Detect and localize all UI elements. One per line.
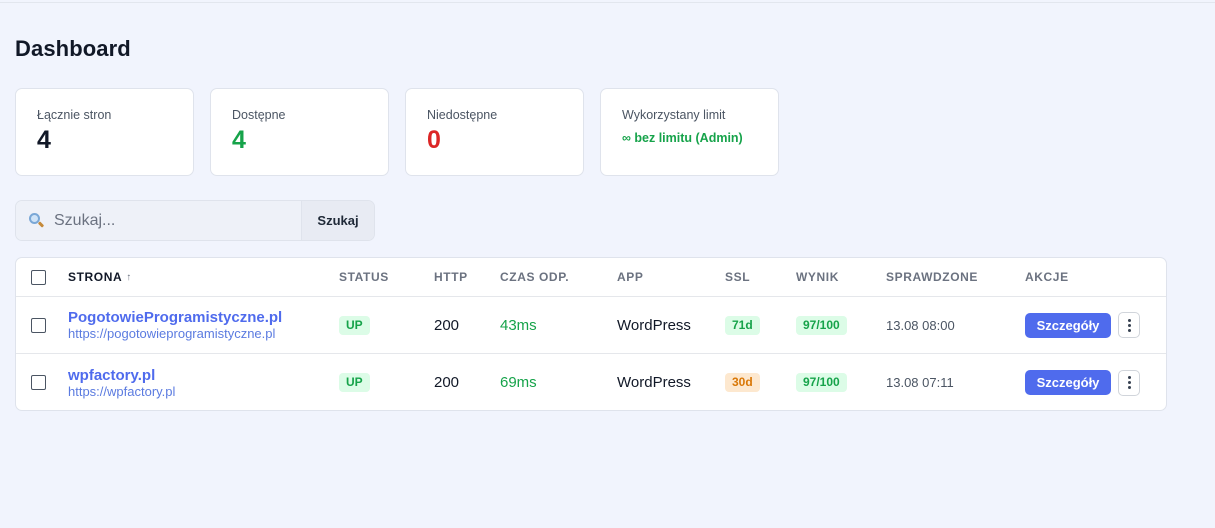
select-all-cell [31, 258, 46, 296]
column-header-response-time: CZAS ODP. [500, 270, 570, 284]
search-button[interactable]: Szukaj [301, 201, 374, 240]
row-checkbox[interactable] [31, 317, 46, 333]
site-name-link[interactable]: PogotowieProgramistyczne.pl [68, 309, 282, 326]
column-header-status: STATUS [339, 270, 389, 284]
site-cell: PogotowieProgramistyczne.pl https://pogo… [68, 297, 282, 353]
stats-row: Łącznie stron 4 Dostępne 4 Niedostępne 0… [15, 88, 779, 176]
ssl-badge: 71d [725, 315, 760, 335]
response-time: 43ms [500, 316, 537, 334]
row-select-cell [31, 297, 46, 353]
stat-value-unavailable: 0 [427, 126, 441, 154]
page-title: Dashboard [15, 36, 131, 61]
column-header-checked: SPRAWDZONE [886, 270, 979, 284]
http-code: 200 [434, 374, 460, 391]
site-cell: wpfactory.pl https://wpfactory.pl [68, 354, 175, 410]
column-header-actions: AKCJE [1025, 270, 1069, 284]
stat-card-unavailable: Niedostępne 0 [405, 88, 584, 176]
score-cell: 97/100 [796, 297, 847, 353]
stat-value-available: 4 [232, 126, 246, 154]
row-checkbox[interactable] [31, 375, 46, 390]
score-cell: 97/100 [796, 354, 847, 410]
select-all-checkbox[interactable] [31, 269, 46, 285]
table-header-row: STRONA ↑ STATUS HTTP CZAS ODP. APP SSL W… [16, 258, 1166, 297]
checked-time: 13.08 08:00 [886, 317, 955, 333]
status-cell: UP [339, 354, 370, 410]
site-url-link[interactable]: https://pogotowieprogramistyczne.pl [68, 326, 275, 341]
column-header-site[interactable]: STRONA ↑ [68, 258, 132, 296]
stat-label-unavailable: Niedostępne [427, 108, 498, 122]
column-header-app: APP [617, 270, 644, 284]
table-row: PogotowieProgramistyczne.pl https://pogo… [16, 297, 1166, 354]
stat-label-available: Dostępne [232, 108, 286, 122]
more-options-icon[interactable] [1118, 312, 1140, 338]
search-field[interactable] [16, 201, 301, 240]
table-row: wpfactory.pl https://wpfactory.pl UP 200… [16, 354, 1166, 410]
stat-card-limit: Wykorzystany limit ∞ bez limitu (Admin) [600, 88, 779, 176]
sites-table: STRONA ↑ STATUS HTTP CZAS ODP. APP SSL W… [15, 257, 1167, 411]
stat-label-limit: Wykorzystany limit [622, 108, 726, 122]
column-header-ssl: SSL [725, 270, 751, 284]
details-button[interactable]: Szczegóły [1025, 312, 1111, 338]
status-badge: UP [339, 373, 370, 392]
top-divider [0, 2, 1215, 3]
details-button[interactable]: Szczegóły [1025, 370, 1111, 395]
column-header-score: WYNIK [796, 270, 839, 284]
site-name-link[interactable]: wpfactory.pl [68, 367, 155, 384]
http-code: 200 [434, 316, 460, 334]
row-select-cell [31, 354, 46, 410]
search-icon [27, 212, 45, 230]
ssl-cell: 71d [725, 297, 760, 353]
search-input[interactable] [54, 211, 284, 230]
app-name: WordPress [617, 374, 691, 391]
ssl-badge: 30d [725, 373, 760, 392]
stat-card-available: Dostępne 4 [210, 88, 389, 176]
checked-time: 13.08 07:11 [886, 375, 954, 390]
column-header-site-label: STRONA [68, 270, 123, 284]
status-badge: UP [339, 315, 370, 335]
stat-card-total: Łącznie stron 4 [15, 88, 194, 176]
stat-label-total: Łącznie stron [37, 108, 112, 122]
stat-value-total: 4 [37, 126, 51, 154]
search-bar: Szukaj [15, 200, 375, 241]
sort-asc-icon: ↑ [126, 271, 132, 283]
actions-cell: Szczegóły [1025, 297, 1140, 353]
app-name: WordPress [617, 316, 691, 334]
ssl-cell: 30d [725, 354, 760, 410]
more-options-icon[interactable] [1118, 369, 1140, 396]
response-time: 69ms [500, 374, 537, 391]
score-badge: 97/100 [796, 315, 847, 335]
site-url-link[interactable]: https://wpfactory.pl [68, 384, 175, 399]
stat-value-limit: ∞ bez limitu (Admin) [622, 131, 743, 145]
column-header-http: HTTP [434, 270, 468, 284]
actions-cell: Szczegóły [1025, 354, 1140, 410]
score-badge: 97/100 [796, 373, 847, 392]
status-cell: UP [339, 297, 370, 353]
